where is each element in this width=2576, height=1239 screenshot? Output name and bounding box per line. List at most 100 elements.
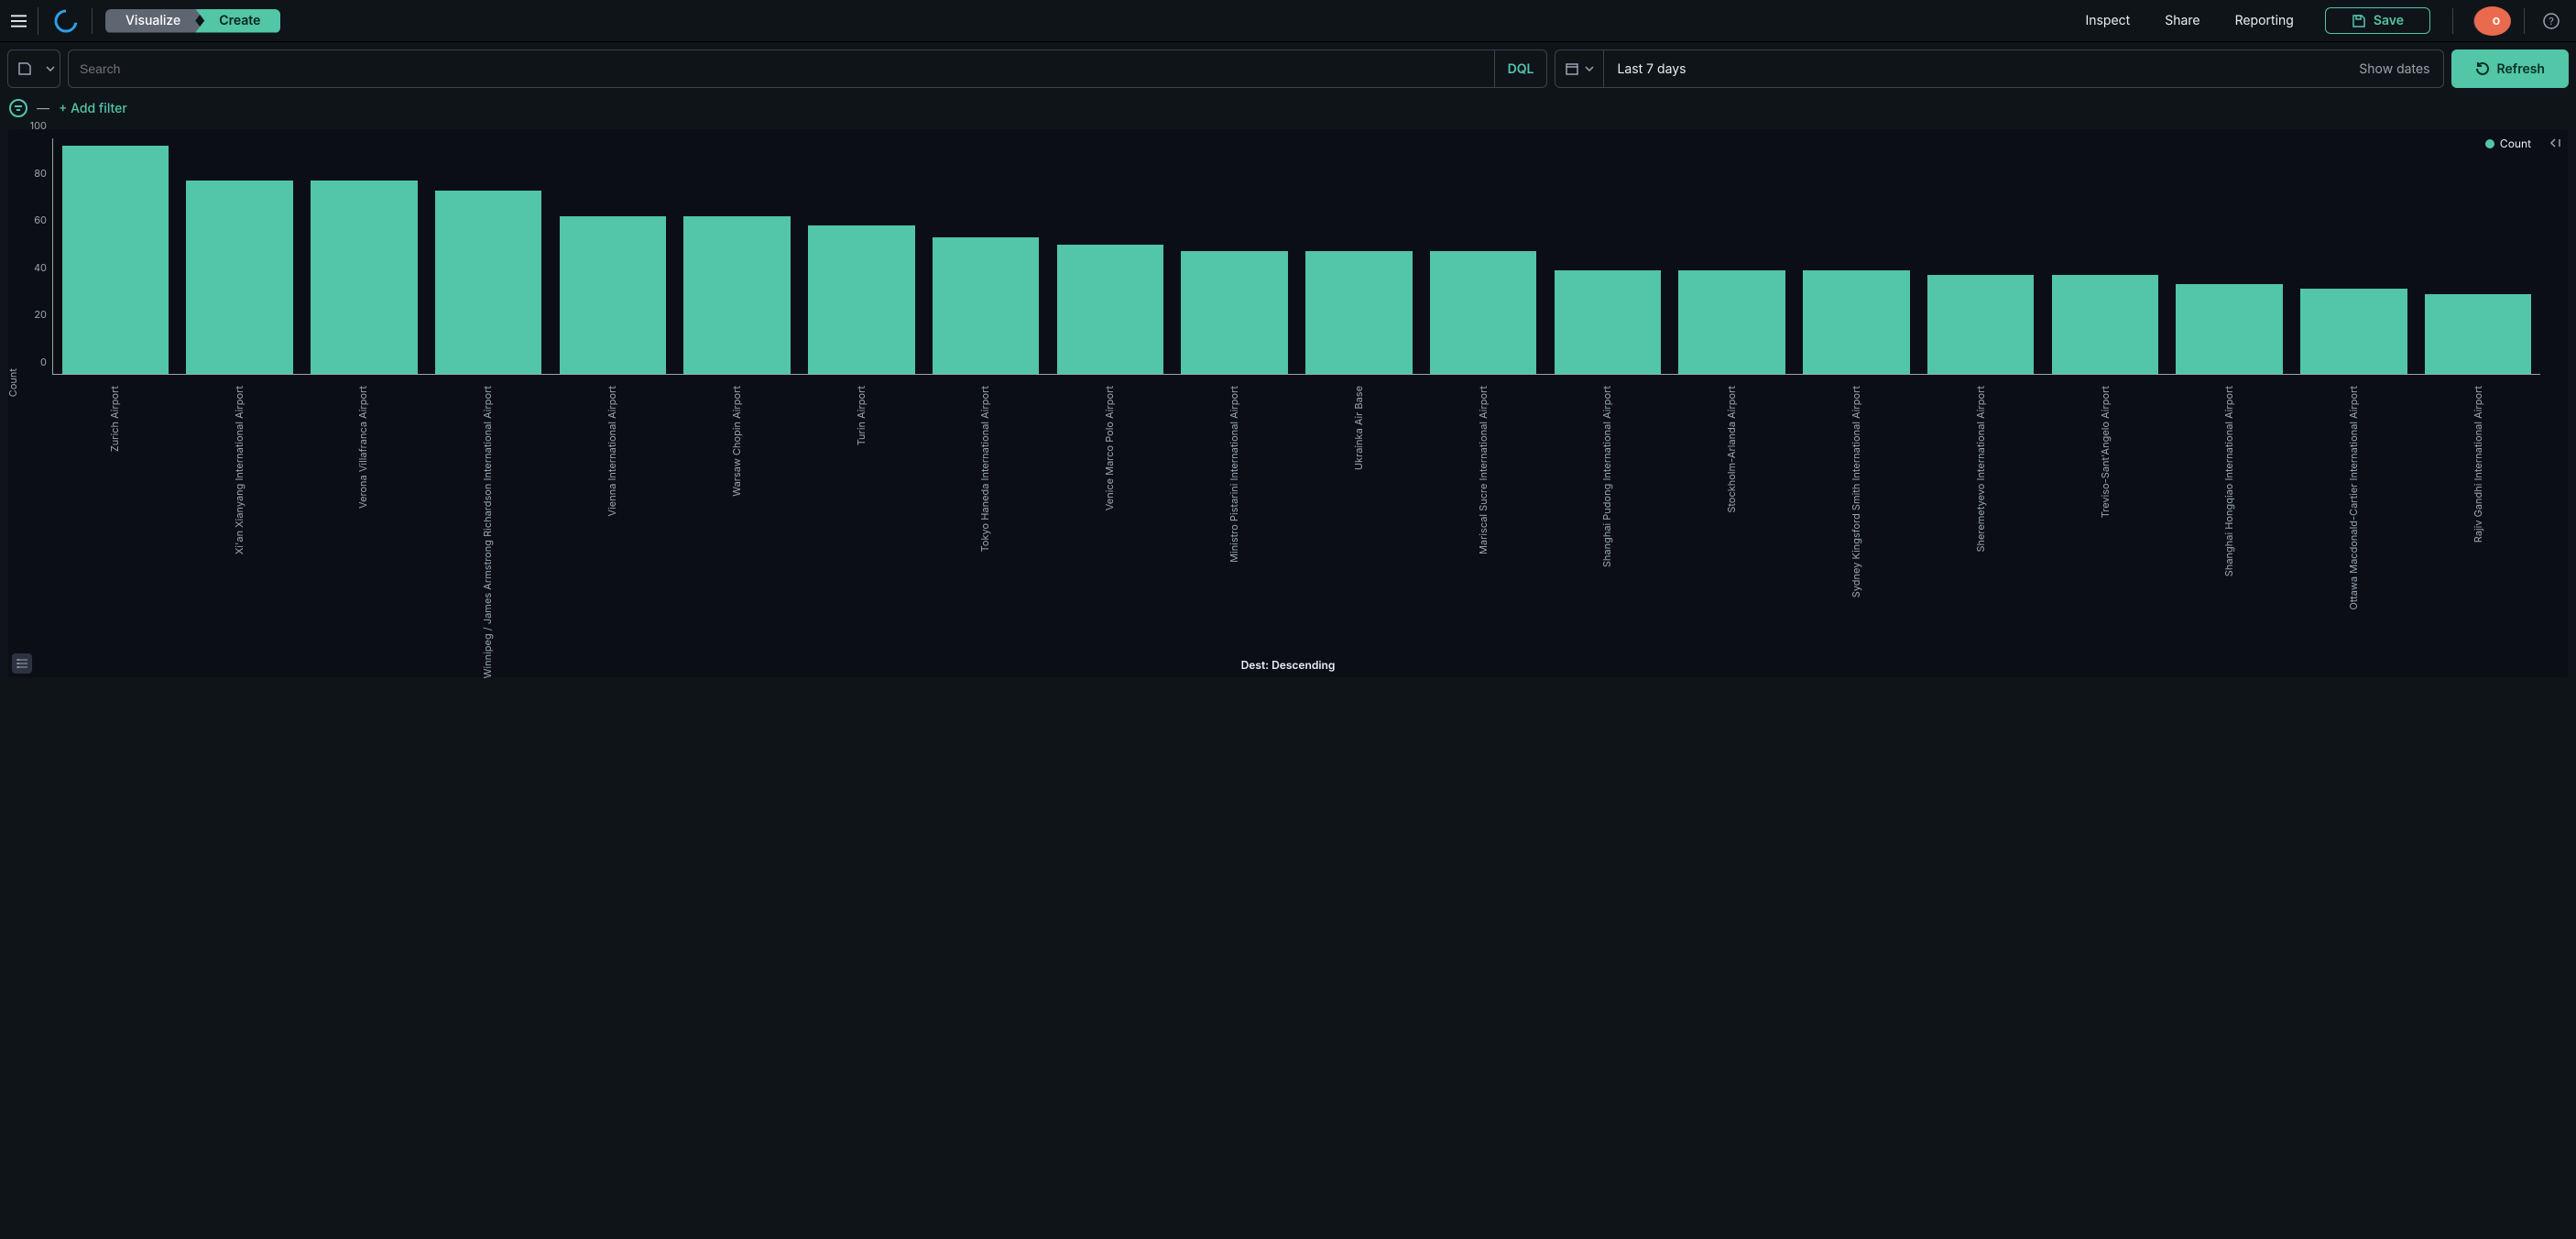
inspect-link[interactable]: Inspect — [2073, 7, 2144, 34]
date-picker: Last 7 days Show dates — [1555, 49, 2443, 88]
bar-slot — [1048, 138, 1173, 374]
bars-container — [52, 138, 2540, 375]
y-tick: 60 — [34, 214, 47, 226]
bar[interactable] — [62, 146, 169, 374]
bar[interactable] — [1305, 251, 1413, 374]
bar[interactable] — [1678, 270, 1785, 374]
x-label: Stockholm-Arlanda Airport — [1725, 386, 1738, 513]
x-label: Winnipeg / James Armstrong Richardson In… — [481, 386, 494, 678]
x-label-slot: Tokyo Haneda International Airport — [923, 386, 1048, 661]
x-label: Turin Airport — [855, 386, 868, 445]
chart-options-icon[interactable] — [12, 653, 32, 674]
share-link[interactable]: Share — [2152, 7, 2212, 34]
x-label-slot: Treviso-Sant'Angelo Airport — [2043, 386, 2167, 661]
y-tick: 80 — [34, 167, 47, 180]
save-button[interactable]: Save — [2325, 7, 2430, 34]
refresh-icon — [2475, 61, 2490, 76]
bar[interactable] — [1803, 270, 1910, 374]
bar-slot — [2292, 138, 2417, 374]
bar[interactable] — [2052, 275, 2159, 374]
bar[interactable] — [186, 181, 293, 374]
menu-icon[interactable] — [11, 7, 38, 35]
bar[interactable] — [1555, 270, 1662, 374]
y-tick: 100 — [30, 119, 47, 132]
bar-slot — [1173, 138, 1297, 374]
separator — [2524, 8, 2525, 34]
svg-text:?: ? — [2549, 15, 2554, 27]
x-label: Treviso-Sant'Angelo Airport — [2099, 386, 2112, 518]
filter-icon[interactable] — [9, 99, 27, 117]
query-bar: DQL Last 7 days Show dates Refresh — [0, 42, 2576, 95]
x-label: Mariscal Sucre International Airport — [1477, 386, 1490, 554]
x-label-slot: Rajiv Gandhi International Airport — [2416, 386, 2540, 661]
save-label: Save — [2374, 13, 2404, 28]
x-label-slot: Shanghai Hongqiao International Airport — [2167, 386, 2292, 661]
bar[interactable] — [435, 191, 542, 374]
plot-area — [52, 138, 2540, 375]
bar[interactable] — [2176, 284, 2283, 374]
calendar-icon[interactable] — [1555, 50, 1604, 87]
x-label: Verona Villafranca Airport — [356, 386, 369, 509]
search-input[interactable] — [69, 61, 1494, 76]
refresh-label: Refresh — [2497, 61, 2545, 77]
tab-create[interactable]: Create — [195, 9, 280, 33]
x-label: Rajiv Gandhi International Airport — [2472, 386, 2484, 543]
bar[interactable] — [311, 181, 418, 374]
bar[interactable] — [1181, 251, 1288, 374]
app-logo[interactable] — [53, 8, 79, 34]
bar-slot — [1918, 138, 2043, 374]
x-label-slot: Verona Villafranca Airport — [301, 386, 426, 661]
mode-tabs: Visualize Create — [105, 9, 280, 33]
bar[interactable] — [1927, 275, 2035, 374]
x-label-slot: Turin Airport — [799, 386, 923, 661]
tab-visualize[interactable]: Visualize — [105, 9, 204, 33]
x-label: Ukrainka Air Base — [1352, 386, 1365, 470]
x-label: Zurich Airport — [108, 386, 121, 452]
x-axis-title: Dest: Descending — [8, 658, 2568, 672]
bar[interactable] — [2300, 289, 2407, 374]
show-dates-button[interactable]: Show dates — [2346, 61, 2442, 77]
x-label-slot: Shanghai Pudong International Airport — [1545, 386, 1670, 661]
saved-query-chevron-icon[interactable] — [41, 66, 60, 71]
bar[interactable] — [683, 216, 791, 374]
save-query-icon[interactable] — [8, 50, 41, 87]
bar-slot — [1297, 138, 1422, 374]
x-label-slot: Venice Marco Polo Airport — [1047, 386, 1172, 661]
separator — [2452, 8, 2453, 34]
reporting-link[interactable]: Reporting — [2222, 7, 2307, 34]
bar[interactable] — [1430, 251, 1537, 374]
x-label-slot: Ottawa Macdonald-Cartier International A… — [2291, 386, 2416, 661]
x-axis-labels: Zurich Airport Xi'an Xianyang Internation… — [52, 386, 2540, 661]
x-label: Shanghai Hongqiao International Airport — [2222, 386, 2235, 576]
bar-slot — [923, 138, 1048, 374]
bar[interactable] — [808, 225, 915, 374]
bar-slot — [2416, 138, 2540, 374]
x-label: Ministro Pistarini International Airport — [1228, 386, 1240, 563]
x-label: Sydney Kingsford Smith International Air… — [1850, 386, 1862, 598]
y-axis: 0 20 40 60 80 100 — [8, 138, 52, 375]
bar-slot — [1670, 138, 1795, 374]
user-avatar[interactable]: o — [2473, 6, 2511, 36]
collapse-panel-icon[interactable] — [2546, 135, 2562, 151]
x-label-slot: Warsaw Chopin Airport — [674, 386, 799, 661]
date-range-label[interactable]: Last 7 days — [1604, 61, 2346, 77]
bar-slot — [800, 138, 924, 374]
refresh-button[interactable]: Refresh — [2451, 49, 2569, 88]
bar[interactable] — [933, 237, 1040, 374]
x-label: Xi'an Xianyang International Airport — [233, 386, 246, 554]
dql-button[interactable]: DQL — [1494, 50, 1547, 87]
x-label: Tokyo Haneda International Airport — [978, 386, 991, 552]
y-tick: 20 — [34, 308, 47, 321]
bar-slot — [1795, 138, 1919, 374]
bar[interactable] — [2425, 294, 2532, 374]
chevron-down-icon — [1585, 66, 1594, 71]
help-icon[interactable]: ? — [2538, 7, 2565, 35]
add-filter-button[interactable]: + Add filter — [59, 101, 127, 116]
bar[interactable] — [560, 216, 667, 374]
x-label-slot: Vienna International Airport — [550, 386, 674, 661]
x-label: Warsaw Chopin Airport — [730, 386, 743, 497]
bar[interactable] — [1057, 245, 1164, 374]
x-label-slot: Mariscal Sucre International Airport — [1421, 386, 1545, 661]
bar-slot — [302, 138, 427, 374]
x-label: Ottawa Macdonald-Cartier International A… — [2347, 386, 2360, 610]
